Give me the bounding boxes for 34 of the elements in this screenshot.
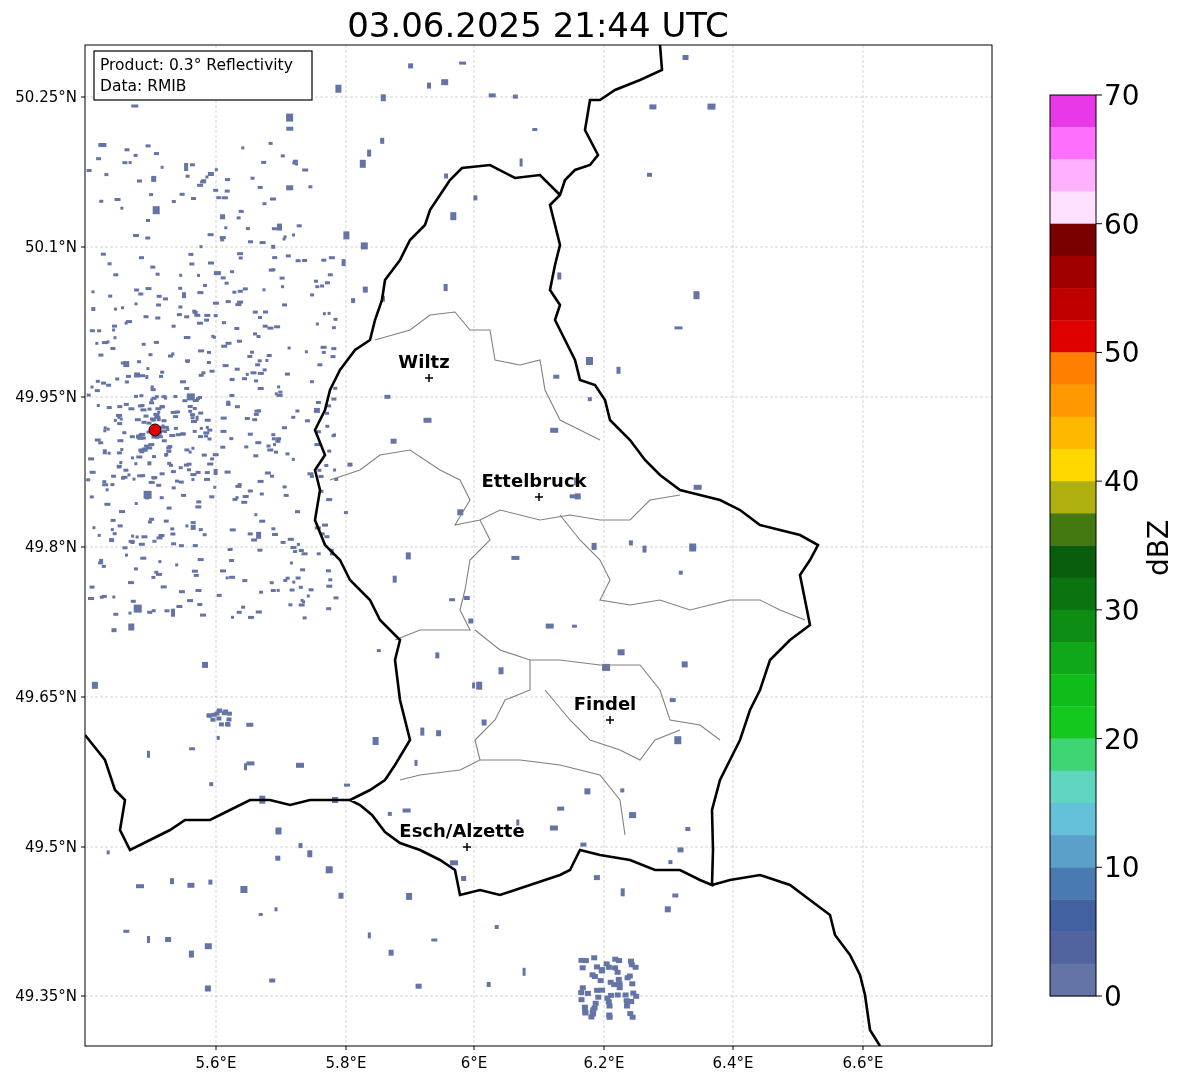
longitude-tick-label: 6°E: [460, 1054, 488, 1072]
latitude-tick-label: 49.35°N: [15, 987, 77, 1005]
city-marker-icon: [424, 373, 434, 383]
colorbar-tick-label: 70: [1104, 79, 1140, 112]
latitude-tick-label: 50.1°N: [24, 238, 77, 256]
latitude-tick-label: 49.95°N: [15, 388, 77, 406]
latitude-tick-label: 49.8°N: [24, 538, 77, 556]
city-label: Ettelbruck: [481, 470, 587, 491]
city-label: Esch/Alzette: [399, 820, 525, 841]
latitude-tick-label: 49.5°N: [24, 838, 77, 856]
figure-title: 03.06.2025 21:44 UTC: [347, 5, 729, 45]
colorbar-tick-label: 20: [1104, 722, 1140, 756]
longitude-tick-label: 6.4°E: [712, 1054, 754, 1072]
latitude-tick-label: 50.25°N: [15, 88, 77, 106]
longitude-tick-label: 5.8°E: [325, 1054, 367, 1072]
colorbar-tick-label: 10: [1104, 851, 1140, 885]
colorbar-tick-label: 40: [1104, 465, 1140, 499]
radar-site-marker: [148, 423, 162, 437]
colorbar-tick-label: 0: [1104, 980, 1122, 1013]
info-text: Product: 0.3° Reflectivity: [100, 56, 293, 74]
city-marker-icon: [534, 492, 544, 502]
city-label: Wiltz: [398, 351, 450, 372]
longitude-tick-label: 6.6°E: [842, 1054, 884, 1072]
longitude-tick-label: 6.2°E: [583, 1054, 625, 1072]
info-text: Data: RMIB: [100, 77, 187, 95]
colorbar-axis-label: dBZ: [1142, 519, 1175, 577]
longitude-tick-label: 5.6°E: [195, 1054, 237, 1072]
city-marker-icon: [605, 715, 615, 725]
city-marker-icon: [462, 842, 472, 852]
colorbar-tick-label: 50: [1104, 336, 1140, 370]
colorbar-tick-label: 30: [1104, 593, 1140, 627]
latitude-tick-label: 49.65°N: [15, 688, 77, 706]
city-label: Findel: [573, 693, 637, 714]
colorbar-tick-label: 60: [1104, 207, 1140, 241]
